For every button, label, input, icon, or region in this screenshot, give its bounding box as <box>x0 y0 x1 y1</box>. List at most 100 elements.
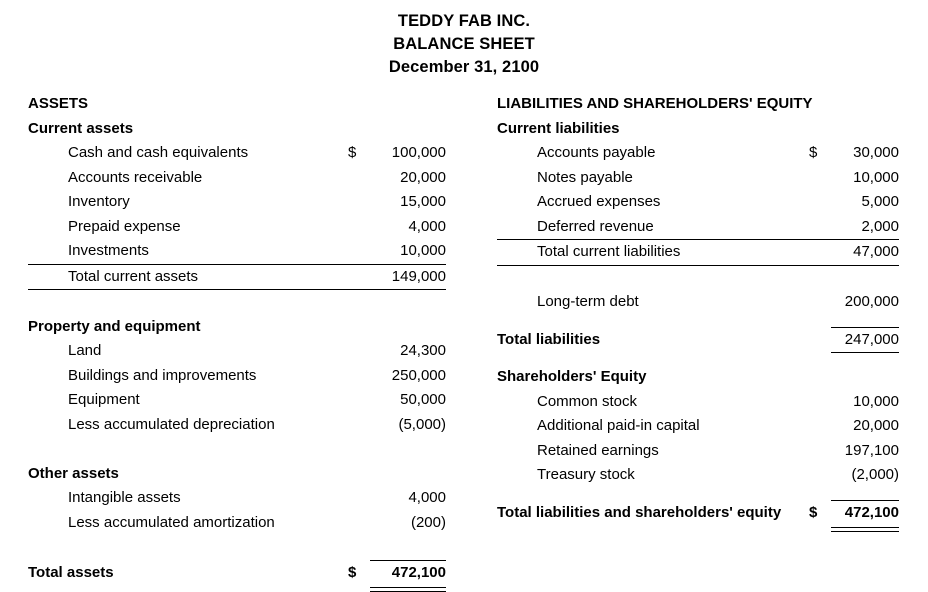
line-item-retained-earnings: Retained earnings 197,100 <box>497 439 899 464</box>
line-item-label: Prepaid expense <box>68 217 181 235</box>
line-item-label: Retained earnings <box>537 441 659 459</box>
statement-date: December 31, 2100 <box>388 58 540 76</box>
line-item-less-accumulated-amortization: Less accumulated amortization (200) <box>28 511 446 536</box>
line-item-label: Long-term debt <box>537 293 639 310</box>
subtotal-total-current-liabilities: Total current liabilities 47,000 <box>497 240 899 265</box>
line-item-accounts-payable: Accounts payable $ 30,000 <box>497 141 899 166</box>
section-heading-label: Other assets <box>28 464 119 482</box>
line-item-accounts-receivable: Accounts receivable 20,000 <box>28 166 446 191</box>
currency-symbol: $ <box>809 144 818 161</box>
line-item-cash-and-cash-equivalents: Cash and cash equivalents $ 100,000 <box>28 141 446 166</box>
line-item-label: Intangible assets <box>68 489 181 506</box>
statement-title: BALANCE SHEET <box>393 35 535 53</box>
line-item-buildings-and-improvements: Buildings and improvements 250,000 <box>28 364 446 389</box>
line-item-amount: (5,000) <box>398 415 446 433</box>
line-item-label: Inventory <box>68 193 130 210</box>
line-item-long-term-debt: Long-term debt 200,000 <box>497 290 899 315</box>
grand-total-total-assets: Total assets $ 472,100 <box>28 561 446 586</box>
line-item-investments: Investments 10,000 <box>28 239 446 264</box>
line-item-label: Notes payable <box>537 168 633 186</box>
line-item-label: Accrued expenses <box>537 193 661 210</box>
line-item-amount: 10,000 <box>400 242 446 259</box>
liabilities-column-title: LIABILITIES AND SHAREHOLDERS' EQUITY <box>497 92 899 117</box>
subtotal-amount: 149,000 <box>391 267 446 285</box>
line-item-amount: 2,000 <box>861 217 899 235</box>
line-item-label: Land <box>68 342 102 359</box>
line-item-label: Investments <box>68 242 149 259</box>
section-heading-current-liabilities: Current liabilities <box>497 117 899 142</box>
assets-column: ASSETS Current assets Cash and cash equi… <box>28 92 446 592</box>
grand-total-double-rule-below <box>370 587 446 592</box>
line-item-accrued-expenses: Accrued expenses 5,000 <box>497 190 899 215</box>
document-header: TEDDY FAB INC. BALANCE SHEET December 31… <box>0 0 928 79</box>
grand-total-double-rule-below <box>831 527 899 532</box>
subtotal-label: Total liabilities <box>497 330 601 348</box>
line-item-label: Equipment <box>68 391 140 408</box>
currency-symbol: $ <box>348 563 357 581</box>
line-item-amount: 10,000 <box>853 392 899 410</box>
section-heading-shareholders-equity: Shareholders' Equity <box>497 365 899 390</box>
line-item-label: Less accumulated amortization <box>68 513 275 531</box>
subtotal-amount: 247,000 <box>844 330 899 348</box>
total-liabilities-rule-below <box>831 352 899 353</box>
line-item-amount: 100,000 <box>391 144 446 161</box>
line-item-amount: 250,000 <box>391 366 446 384</box>
section-heading-label: Current assets <box>28 119 134 137</box>
grand-total-amount: 472,100 <box>844 503 899 521</box>
grand-total-label: Total liabilities and shareholders' equi… <box>497 503 782 521</box>
grand-total-total-liabilities-and-shareholders-equity: Total liabilities and shareholders' equi… <box>497 501 899 526</box>
line-item-less-accumulated-depreciation: Less accumulated depreciation (5,000) <box>28 413 446 438</box>
grand-total-amount: 472,100 <box>391 563 446 581</box>
line-item-label: Accounts receivable <box>68 168 203 186</box>
line-item-inventory: Inventory 15,000 <box>28 190 446 215</box>
line-item-label: Less accumulated depreciation <box>68 415 275 433</box>
line-item-amount: 4,000 <box>408 489 446 506</box>
line-item-amount: 24,300 <box>400 342 446 359</box>
line-item-prepaid-expense: Prepaid expense 4,000 <box>28 215 446 240</box>
section-heading-label: Property and equipment <box>28 317 201 335</box>
section-heading-label: Shareholders' Equity <box>497 368 647 385</box>
subtotal-total-current-assets: Total current assets 149,000 <box>28 265 446 290</box>
line-item-label: Common stock <box>537 392 638 410</box>
line-item-notes-payable: Notes payable 10,000 <box>497 166 899 191</box>
line-item-amount: 50,000 <box>400 391 446 408</box>
line-item-additional-paid-in-capital: Additional paid-in capital 20,000 <box>497 414 899 439</box>
subtotal-label: Total current assets <box>68 267 199 285</box>
line-item-amount: (200) <box>410 513 446 531</box>
line-item-equipment: Equipment 50,000 <box>28 388 446 413</box>
line-item-treasury-stock: Treasury stock (2,000) <box>497 463 899 488</box>
section-heading-property-and-equipment: Property and equipment <box>28 315 446 340</box>
subtotal-total-liabilities: Total liabilities 247,000 <box>497 328 899 353</box>
line-item-amount: (2,000) <box>851 466 899 483</box>
line-item-amount: 200,000 <box>844 293 899 310</box>
line-item-amount: 20,000 <box>400 168 446 186</box>
liabilities-equity-column: LIABILITIES AND SHAREHOLDERS' EQUITY Cur… <box>497 92 899 532</box>
line-item-deferred-revenue: Deferred revenue 2,000 <box>497 215 899 240</box>
line-item-label: Additional paid-in capital <box>537 417 700 434</box>
line-item-amount: 15,000 <box>400 193 446 210</box>
line-item-amount: 20,000 <box>853 417 899 434</box>
subtotal-amount: 47,000 <box>853 243 899 260</box>
line-item-label: Buildings and improvements <box>68 366 257 384</box>
liabilities-title-label: LIABILITIES AND SHAREHOLDERS' EQUITY <box>497 95 813 112</box>
line-item-amount: 197,100 <box>844 441 899 459</box>
currency-symbol: $ <box>809 503 818 521</box>
line-item-label: Cash and cash equivalents <box>68 144 249 161</box>
line-item-common-stock: Common stock 10,000 <box>497 390 899 415</box>
line-item-intangible-assets: Intangible assets 4,000 <box>28 486 446 511</box>
subtotal-label: Total current liabilities <box>537 243 681 260</box>
line-item-label: Accounts payable <box>537 144 656 161</box>
grand-total-label: Total assets <box>28 563 114 581</box>
line-item-land: Land 24,300 <box>28 339 446 364</box>
line-item-label: Treasury stock <box>537 466 635 483</box>
line-item-label: Deferred revenue <box>537 217 654 235</box>
line-item-amount: 10,000 <box>853 168 899 186</box>
line-item-amount: 4,000 <box>408 217 446 235</box>
assets-column-title: ASSETS <box>28 92 446 117</box>
